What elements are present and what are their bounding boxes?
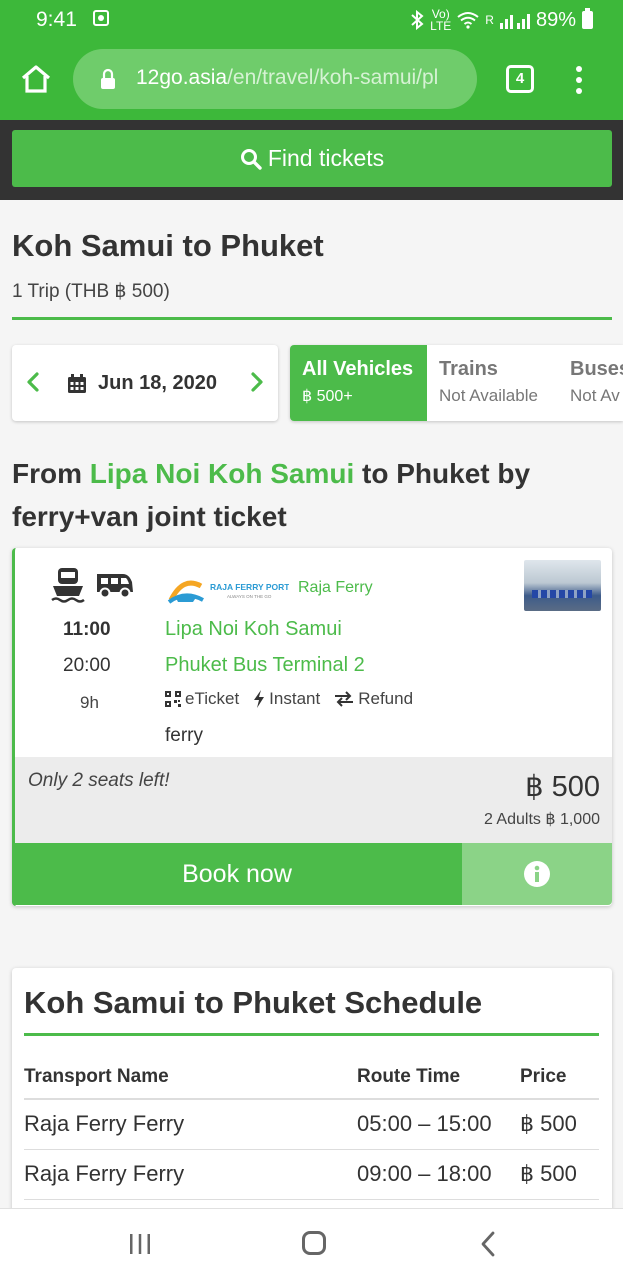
roaming-label: R bbox=[485, 13, 494, 27]
feature-label: eTicket bbox=[185, 689, 240, 708]
qr-code-icon bbox=[165, 691, 181, 707]
info-button[interactable] bbox=[462, 843, 612, 905]
tab-switcher-button[interactable]: 4 bbox=[506, 65, 534, 93]
browser-toolbar: 12go.asia/en/travel/koh-samui/pl 4 bbox=[0, 38, 623, 120]
info-icon bbox=[524, 861, 550, 887]
find-tickets-button[interactable]: Find tickets bbox=[12, 130, 612, 187]
to-station[interactable]: Phuket Bus Terminal 2 bbox=[165, 654, 365, 677]
tab-sub: Not Available bbox=[439, 386, 538, 405]
tab-buses[interactable]: Buses Not Av bbox=[558, 345, 623, 421]
selected-date[interactable]: Jun 18, 2020 bbox=[98, 372, 217, 395]
bluetooth-icon bbox=[411, 10, 424, 30]
lightning-icon bbox=[254, 690, 265, 708]
chevron-left-icon[interactable] bbox=[26, 371, 40, 393]
transport-mode: ferry bbox=[165, 725, 203, 746]
url-text: 12go.asia/en/travel/koh-samui/pl bbox=[136, 66, 438, 90]
ferry-icon bbox=[51, 568, 85, 603]
battery-percent: 89% bbox=[535, 8, 576, 31]
system-navigation-bar bbox=[0, 1208, 623, 1280]
column-header: Route Time bbox=[357, 1066, 461, 1087]
page-title: Koh Samui to Phuket bbox=[12, 228, 324, 263]
van-icon bbox=[97, 574, 133, 599]
table-row[interactable]: Raja Ferry Ferry 09:00 – 18:00 ฿ 500 bbox=[24, 1150, 599, 1200]
notification-icon bbox=[93, 10, 109, 26]
home-icon[interactable] bbox=[20, 63, 52, 95]
book-now-button[interactable]: Book now bbox=[12, 843, 462, 905]
price-cell: ฿ 500 bbox=[520, 1161, 577, 1186]
price-cell: ฿ 500 bbox=[520, 1111, 577, 1136]
wifi-icon bbox=[457, 12, 479, 29]
operator-name[interactable]: Raja Ferry bbox=[298, 579, 373, 597]
arrival-time: 20:00 bbox=[63, 655, 111, 676]
volte-icon: Vo) LTE bbox=[430, 7, 452, 33]
route-time-cell: 09:00 – 18:00 bbox=[357, 1161, 492, 1186]
route-time-cell: 05:00 – 15:00 bbox=[357, 1111, 492, 1136]
recent-apps-icon[interactable] bbox=[128, 1233, 152, 1255]
schedule-divider bbox=[24, 1033, 599, 1036]
status-time: 9:41 bbox=[36, 8, 77, 31]
date-picker: Jun 18, 2020 bbox=[12, 345, 278, 421]
column-header: Price bbox=[520, 1066, 567, 1087]
status-icons: Vo) LTE R 89% bbox=[410, 8, 593, 32]
raja-ferry-logo: RAJA FERRY PORT ALWAYS ON THE GO bbox=[167, 580, 289, 604]
tab-all-vehicles[interactable]: All Vehicles ฿ 500+ bbox=[290, 345, 427, 421]
status-bar: 9:41 Vo) LTE R 89% bbox=[0, 0, 623, 38]
url-domain: 12go.asia bbox=[136, 66, 228, 89]
title-divider bbox=[12, 317, 612, 320]
seats-left: Only 2 seats left! bbox=[28, 770, 170, 791]
find-tickets-bar: Find tickets bbox=[0, 120, 623, 200]
feature-label: Instant bbox=[269, 689, 321, 708]
table-row[interactable]: Raja Ferry Ferry 05:00 – 15:00 ฿ 500 bbox=[24, 1100, 599, 1150]
route-origin-link[interactable]: Lipa Noi Koh Samui bbox=[90, 458, 354, 489]
price-section: Only 2 seats left! ฿ 500 2 Adults ฿ 1,00… bbox=[15, 757, 612, 843]
back-icon[interactable] bbox=[480, 1231, 496, 1257]
battery-icon bbox=[582, 8, 593, 29]
address-bar[interactable]: 12go.asia/en/travel/koh-samui/pl bbox=[73, 49, 477, 109]
logo-tagline: ALWAYS ON THE GO bbox=[227, 594, 272, 599]
price-detail: 2 Adults ฿ 1,000 bbox=[483, 811, 600, 828]
schedule-card: Koh Samui to Phuket Schedule Transport N… bbox=[12, 968, 612, 1228]
chevron-right-icon[interactable] bbox=[250, 371, 264, 393]
trip-price: ฿ 500 bbox=[525, 771, 600, 803]
trip-count: 1 Trip (THB ฿ 500) bbox=[12, 281, 170, 302]
search-icon bbox=[240, 148, 262, 170]
feature-label: Refund bbox=[358, 689, 414, 708]
trip-result-card[interactable]: 11:00 20:00 9h RAJA FERRY PORT ALWAYS ON… bbox=[12, 548, 612, 906]
lock-icon bbox=[101, 68, 115, 89]
departure-time: 11:00 bbox=[63, 619, 111, 640]
route-heading: From Lipa Noi Koh Samui to Phuket by fer… bbox=[12, 452, 612, 538]
schedule-table: Transport Name Route Time Price Raja Fer… bbox=[24, 1056, 599, 1200]
find-tickets-label: Find tickets bbox=[267, 145, 385, 171]
transport-name-cell: Raja Ferry Ferry bbox=[24, 1111, 185, 1136]
url-path: /en/travel/koh-samui/pl bbox=[227, 66, 439, 89]
home-button-icon[interactable] bbox=[302, 1231, 326, 1255]
operator-photo[interactable] bbox=[524, 560, 601, 611]
tab-trains[interactable]: Trains Not Available bbox=[427, 345, 550, 421]
tab-sub: Not Av bbox=[570, 386, 620, 405]
tab-label: Buses bbox=[570, 358, 623, 380]
column-header: Transport Name bbox=[24, 1066, 169, 1087]
tab-label: All Vehicles bbox=[302, 358, 414, 380]
tab-label: Trains bbox=[439, 358, 498, 380]
table-header-row: Transport Name Route Time Price bbox=[24, 1056, 599, 1100]
logo-text: RAJA FERRY PORT bbox=[210, 582, 289, 592]
calendar-icon bbox=[68, 374, 86, 393]
vehicle-tabs: All Vehicles ฿ 500+ Trains Not Available… bbox=[290, 345, 623, 421]
transport-name-cell: Raja Ferry Ferry bbox=[24, 1161, 185, 1186]
tab-sub: ฿ 500+ bbox=[302, 388, 353, 405]
trip-duration: 9h bbox=[80, 693, 99, 712]
feature-eticket: eTicket bbox=[165, 689, 239, 709]
feature-refund: Refund bbox=[334, 689, 413, 709]
swap-arrows-icon bbox=[335, 691, 354, 707]
signal-icon bbox=[499, 14, 530, 29]
from-station[interactable]: Lipa Noi Koh Samui bbox=[165, 618, 342, 641]
route-heading-prefix: From bbox=[12, 458, 90, 489]
feature-instant: Instant bbox=[253, 689, 320, 709]
schedule-title: Koh Samui to Phuket Schedule bbox=[24, 985, 483, 1020]
overflow-menu-icon[interactable] bbox=[576, 66, 582, 94]
trip-features: eTicket Instant Refund bbox=[165, 689, 413, 709]
